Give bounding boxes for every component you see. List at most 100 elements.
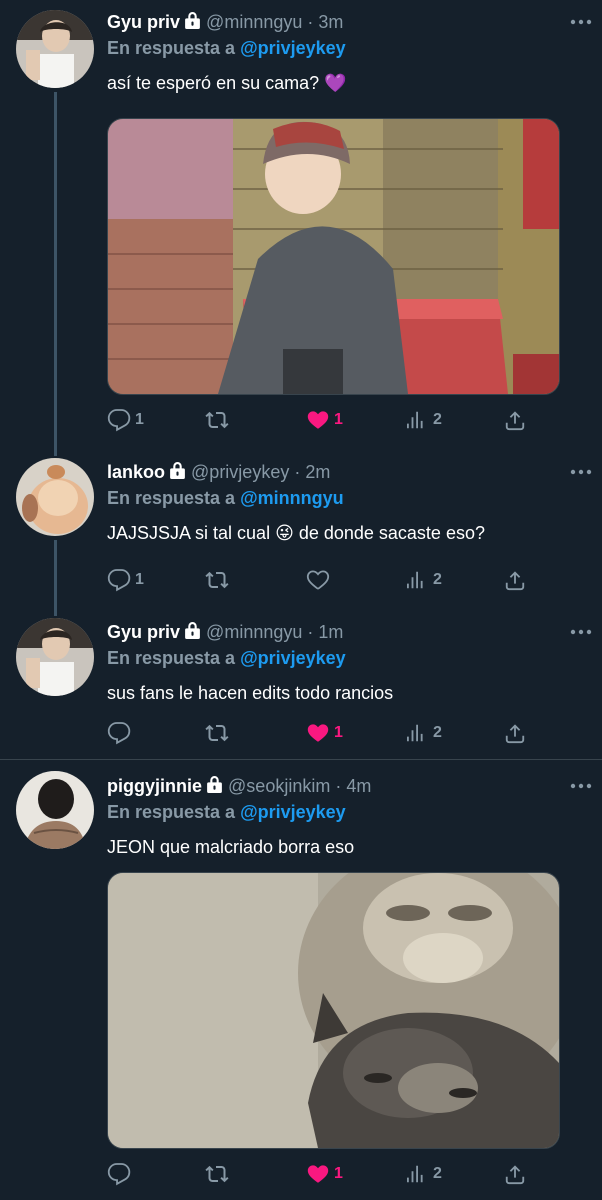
like-button[interactable]: 1: [306, 1160, 343, 1188]
share-icon: [504, 1163, 526, 1185]
more-options-icon[interactable]: [570, 18, 592, 26]
share-button[interactable]: [504, 719, 526, 747]
avatar[interactable]: [16, 618, 94, 696]
reply-mention[interactable]: @minnngyu: [240, 488, 344, 508]
reply-icon: [107, 408, 131, 432]
reply-context: En respuesta a @privjeykey: [107, 646, 588, 670]
view-count: 2: [433, 724, 442, 741]
retweet-button[interactable]: [205, 406, 229, 434]
reply-mention[interactable]: @privjeykey: [240, 802, 346, 822]
share-button[interactable]: [504, 566, 526, 594]
reply-prefix: En respuesta a: [107, 38, 236, 58]
timestamp[interactable]: 2m: [305, 462, 330, 482]
more-options-icon[interactable]: [570, 782, 592, 790]
reply-count: 1: [135, 411, 144, 428]
views-button[interactable]: 2: [407, 406, 442, 434]
share-icon: [504, 409, 526, 431]
reply-prefix: En respuesta a: [107, 802, 236, 822]
tweet-actions: 1 2: [107, 566, 527, 594]
tweet-body: Gyu priv @minnngyu · 1m En respuesta a @…: [107, 620, 588, 706]
tweet-media[interactable]: [107, 118, 560, 395]
separator-dot: ·: [307, 12, 314, 32]
reply-button[interactable]: [107, 719, 135, 747]
like-button[interactable]: 1: [306, 719, 343, 747]
display-name[interactable]: Gyu priv: [107, 12, 180, 32]
views-button[interactable]: 2: [407, 1160, 442, 1188]
lock-icon: [184, 621, 201, 640]
more-options-icon[interactable]: [570, 628, 592, 636]
like-count: 1: [334, 724, 343, 741]
lock-icon: [184, 11, 201, 30]
tweet[interactable]: Gyu priv @minnngyu · 3m En respuesta a @…: [0, 0, 602, 455]
user-handle[interactable]: @privjeykey: [191, 462, 289, 482]
reply-prefix: En respuesta a: [107, 488, 236, 508]
tweet-header: lankoo @privjeykey · 2m: [107, 460, 588, 484]
retweet-button[interactable]: [205, 1160, 229, 1188]
heart-filled-icon: [306, 721, 330, 745]
retweet-icon: [205, 408, 229, 432]
heart-outline-icon: [306, 568, 330, 592]
separator-dot: ·: [294, 462, 301, 482]
tweet-media[interactable]: [107, 872, 560, 1149]
tweet-actions: 1 2: [107, 719, 527, 747]
reply-button[interactable]: [107, 1160, 135, 1188]
share-icon: [504, 569, 526, 591]
share-button[interactable]: [504, 1160, 526, 1188]
view-count: 2: [433, 411, 442, 428]
reply-context: En respuesta a @privjeykey: [107, 800, 588, 824]
views-button[interactable]: 2: [407, 566, 442, 594]
views-icon: [407, 1163, 429, 1185]
tweet-header: Gyu priv @minnngyu · 3m: [107, 10, 588, 34]
tweet-text: así te esperó en su cama? 💜: [107, 73, 347, 93]
share-button[interactable]: [504, 406, 526, 434]
like-button[interactable]: 1: [306, 406, 343, 434]
tweet[interactable]: Gyu priv @minnngyu · 1m En respuesta a @…: [0, 615, 602, 758]
tweet-body: piggyjinnie @seokjinkim · 4m En respuest…: [107, 774, 588, 860]
separator-dot: ·: [335, 776, 342, 796]
avatar[interactable]: [16, 10, 94, 88]
user-handle[interactable]: @seokjinkim: [228, 776, 330, 796]
user-handle[interactable]: @minnngyu: [206, 622, 302, 642]
like-button[interactable]: [306, 566, 334, 594]
tweet-text: sus fans le hacen edits todo rancios: [107, 683, 394, 703]
share-icon: [504, 722, 526, 744]
reply-button[interactable]: 1: [107, 566, 144, 594]
timestamp[interactable]: 4m: [346, 776, 371, 796]
more-options-icon[interactable]: [570, 468, 592, 476]
retweet-button[interactable]: [205, 719, 229, 747]
display-name[interactable]: Gyu priv: [107, 622, 180, 642]
reply-icon: [107, 568, 131, 592]
reply-icon: [107, 721, 131, 745]
like-count: 1: [334, 1165, 343, 1182]
reply-mention[interactable]: @privjeykey: [240, 38, 346, 58]
display-name[interactable]: lankoo: [107, 462, 165, 482]
like-count: 1: [334, 411, 343, 428]
user-handle[interactable]: @minnngyu: [206, 12, 302, 32]
reply-prefix: En respuesta a: [107, 648, 236, 668]
reply-context: En respuesta a @privjeykey: [107, 36, 588, 60]
tweet-text: JEON que malcriado borra eso: [107, 837, 355, 857]
reply-icon: [107, 1162, 131, 1186]
view-count: 2: [433, 1165, 442, 1182]
display-name[interactable]: piggyjinnie: [107, 776, 202, 796]
tweet-body: lankoo @privjeykey · 2m En respuesta a @…: [107, 460, 588, 546]
views-icon: [407, 722, 429, 744]
timestamp[interactable]: 3m: [318, 12, 343, 32]
timestamp[interactable]: 1m: [318, 622, 343, 642]
avatar[interactable]: [16, 771, 94, 849]
retweet-icon: [205, 568, 229, 592]
heart-filled-icon: [306, 408, 330, 432]
views-button[interactable]: 2: [407, 719, 442, 747]
reply-button[interactable]: 1: [107, 406, 144, 434]
tweet[interactable]: piggyjinnie @seokjinkim · 4m En respuest…: [0, 760, 602, 1200]
separator-dot: ·: [307, 622, 314, 642]
retweet-button[interactable]: [205, 566, 229, 594]
tweet[interactable]: lankoo @privjeykey · 2m En respuesta a @…: [0, 455, 602, 615]
avatar[interactable]: [16, 458, 94, 536]
reply-mention[interactable]: @privjeykey: [240, 648, 346, 668]
reply-count: 1: [135, 571, 144, 588]
reply-context: En respuesta a @minnngyu: [107, 486, 588, 510]
retweet-icon: [205, 721, 229, 745]
tweet-header: piggyjinnie @seokjinkim · 4m: [107, 774, 588, 798]
lock-icon: [206, 775, 223, 794]
